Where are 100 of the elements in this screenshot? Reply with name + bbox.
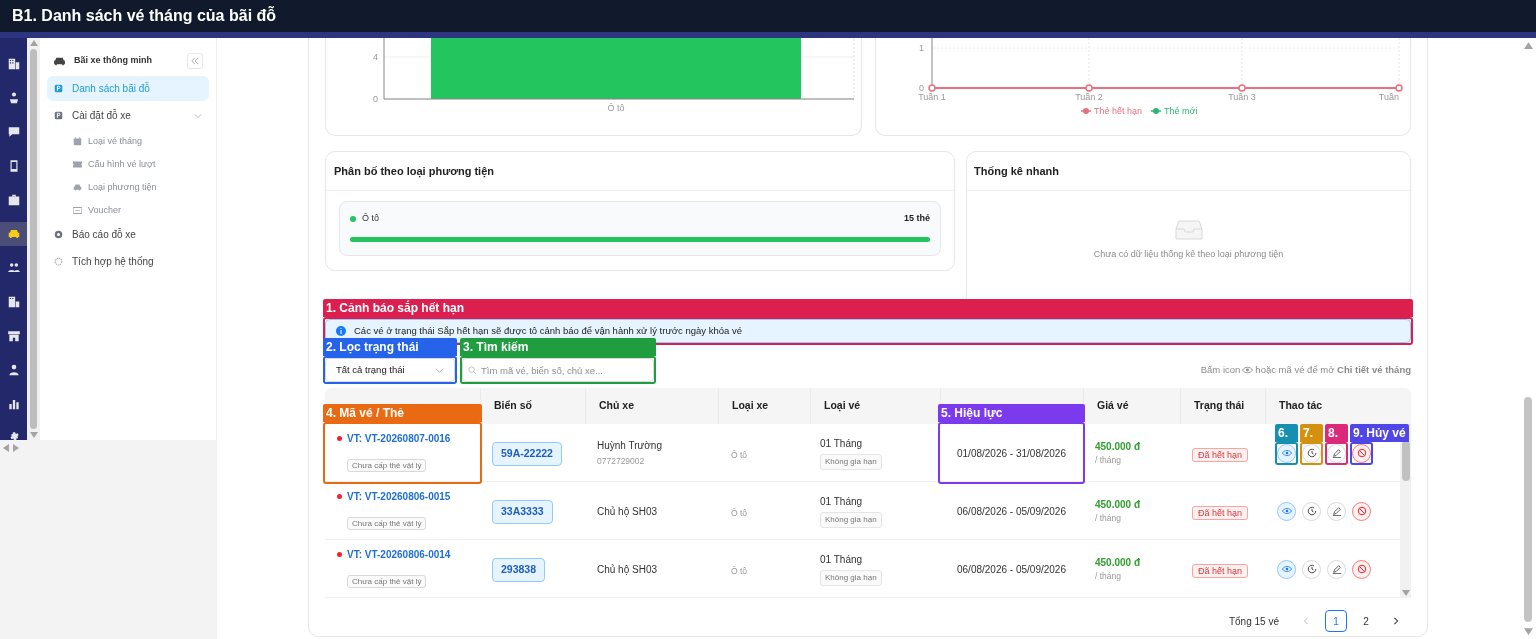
ticket-code-link[interactable]: VT: VT-20260807-0016 [347, 431, 451, 446]
license-plate-tag: 33A3333 [492, 500, 553, 524]
parking-icon [54, 111, 63, 120]
axis-category-label: Tuần 1 [917, 92, 946, 102]
annotation-label: 2. Lọc trạng thái [323, 338, 457, 356]
store-icon [6, 329, 21, 343]
price-text: 450.000 đ [1095, 440, 1142, 455]
count-text: 15 thẻ [904, 212, 930, 225]
hint-text: Bấm icon [1200, 362, 1241, 377]
edit-icon [1331, 448, 1342, 458]
scrollbar-thumb[interactable] [1524, 397, 1532, 622]
column-header: Trạng thái [1194, 398, 1245, 414]
cancel-icon [1356, 564, 1367, 574]
scroll-down-icon[interactable] [1523, 628, 1533, 635]
car-icon [53, 55, 66, 67]
calendar-icon [73, 137, 82, 146]
briefcase-icon [6, 193, 21, 207]
eye-icon [1242, 366, 1254, 374]
legend-item[interactable]: Thẻ hết hạn [1079, 106, 1142, 116]
building-icon [6, 295, 21, 309]
history-icon [1306, 506, 1317, 516]
view-button[interactable] [1277, 501, 1296, 521]
price-unit: / tháng [1095, 512, 1122, 525]
legend-item[interactable]: Thẻ mới [1149, 106, 1197, 116]
ticket-code-link[interactable]: VT: VT-20260806-0015 [347, 489, 451, 504]
vehicle-type-text: Ô tô [731, 508, 748, 518]
validity-period: 06/08/2026 - 05/09/2026 [957, 562, 1066, 577]
sidebar-subitem[interactable]: Loại vé tháng [47, 130, 209, 153]
sidebar-subitem[interactable]: Loại phương tiện [47, 176, 209, 199]
card-title: Thống kê nhanh [974, 163, 1059, 179]
view-icon [1281, 564, 1292, 574]
axis-tick-label: 1 [918, 43, 924, 53]
scrollbar-thumb[interactable] [30, 49, 37, 429]
axis-category-label: Tuần [1378, 92, 1399, 102]
page-button[interactable]: 2 [1355, 610, 1377, 632]
vehicle-type-text: Ô tô [731, 566, 748, 576]
annotation-label: 5. Hiệu lực [938, 404, 1085, 422]
validity-period: 01/08/2026 - 31/08/2026 [957, 446, 1066, 461]
status-tag: Đã hết hạn [1192, 564, 1249, 578]
ticket-type-text: 01 Tháng [820, 553, 863, 567]
search-icon [468, 365, 477, 375]
owner-name: Chủ hộ SH03 [597, 562, 659, 577]
card-status-tag: Chưa cấp thẻ vật lý [347, 459, 427, 472]
column-header: Biển số [494, 398, 532, 414]
annotation-label: 4. Mã vé / Thẻ [323, 404, 482, 422]
renewal-tag: Không gia hạn [820, 454, 882, 470]
column-header: Loại vé [824, 398, 861, 414]
cancel-icon [1356, 448, 1367, 458]
view-icon [1281, 448, 1292, 458]
dashed-circle-icon [54, 257, 63, 266]
sidebar-item[interactable]: Báo cáo đỗ xe [47, 222, 209, 247]
sidebar-item[interactable]: Danh sách bãi đỗ [47, 76, 209, 101]
chevron-down-icon [435, 365, 444, 375]
edit-icon [1331, 564, 1342, 574]
sidebar-item[interactable]: Tích hợp hệ thống [47, 249, 209, 274]
ticket-icon [73, 160, 82, 169]
cancel-button[interactable] [1352, 501, 1371, 521]
edit-icon [1331, 506, 1342, 516]
bar-chart-icon [6, 397, 21, 411]
view-icon [1281, 506, 1292, 516]
rail-item[interactable] [0, 222, 27, 246]
owner-name: Chủ hộ SH03 [597, 504, 659, 519]
cancel-button[interactable] [1352, 559, 1371, 579]
search-field[interactable]: Tìm mã vé, biển số, chủ xe... [462, 358, 654, 382]
history-icon [1306, 564, 1317, 574]
axis-category-label: Tuần 3 [1227, 92, 1256, 102]
ticket-type-text: 01 Tháng [820, 437, 863, 451]
chevron-down-icon [194, 111, 202, 120]
total-count: Tổng 15 vé [1228, 614, 1279, 629]
renewal-tag: Không gia hạn [820, 570, 882, 586]
price-text: 450.000 đ [1095, 556, 1142, 571]
column-header: Thao tác [1279, 398, 1323, 414]
axis-category-label: Ô tô [607, 103, 625, 113]
validity-period: 06/08/2026 - 05/09/2026 [957, 504, 1066, 519]
price-unit: / tháng [1095, 454, 1122, 467]
axis-tick-label: 4 [373, 52, 378, 62]
card-status-tag: Chưa cấp thẻ vật lý [347, 575, 427, 588]
scrollbar-thumb[interactable] [1401, 441, 1410, 481]
phone-number: 0772729002 [597, 455, 646, 468]
scroll-up-icon[interactable] [1523, 42, 1533, 49]
sidebar-subitem[interactable]: Voucher [47, 199, 209, 222]
card-status-tag: Chưa cấp thẻ vật lý [347, 517, 427, 530]
status-select[interactable]: Tất cả trạng thái [325, 358, 455, 382]
scroll-down-icon [1401, 590, 1410, 596]
license-plate-tag: 59A-22222 [492, 442, 562, 466]
building-icon [6, 57, 21, 71]
history-icon [1306, 448, 1317, 458]
hint-text: hoặc mã vé để mở Chi tiết vé tháng [1255, 362, 1411, 377]
double-chevron-left-icon [191, 57, 199, 65]
annotation-label: 1. Cảnh báo sắp hết hạn [323, 299, 1413, 317]
chevron-right-icon [1392, 617, 1400, 625]
ticket-code-link[interactable]: VT: VT-20260806-0014 [347, 547, 451, 562]
empty-state-text: Chưa có dữ liệu thống kê theo loại phương tiện [1093, 248, 1284, 262]
car-icon [73, 183, 82, 192]
annotation-label: 3. Tìm kiếm [460, 338, 656, 356]
page-button[interactable]: 1 [1325, 610, 1347, 632]
ticket-icon [73, 206, 82, 215]
sidebar-subitem[interactable]: Cấu hình vé lượt [47, 153, 209, 176]
sidebar-item[interactable]: Cài đặt đỗ xe [47, 103, 209, 128]
view-button[interactable] [1277, 559, 1296, 579]
